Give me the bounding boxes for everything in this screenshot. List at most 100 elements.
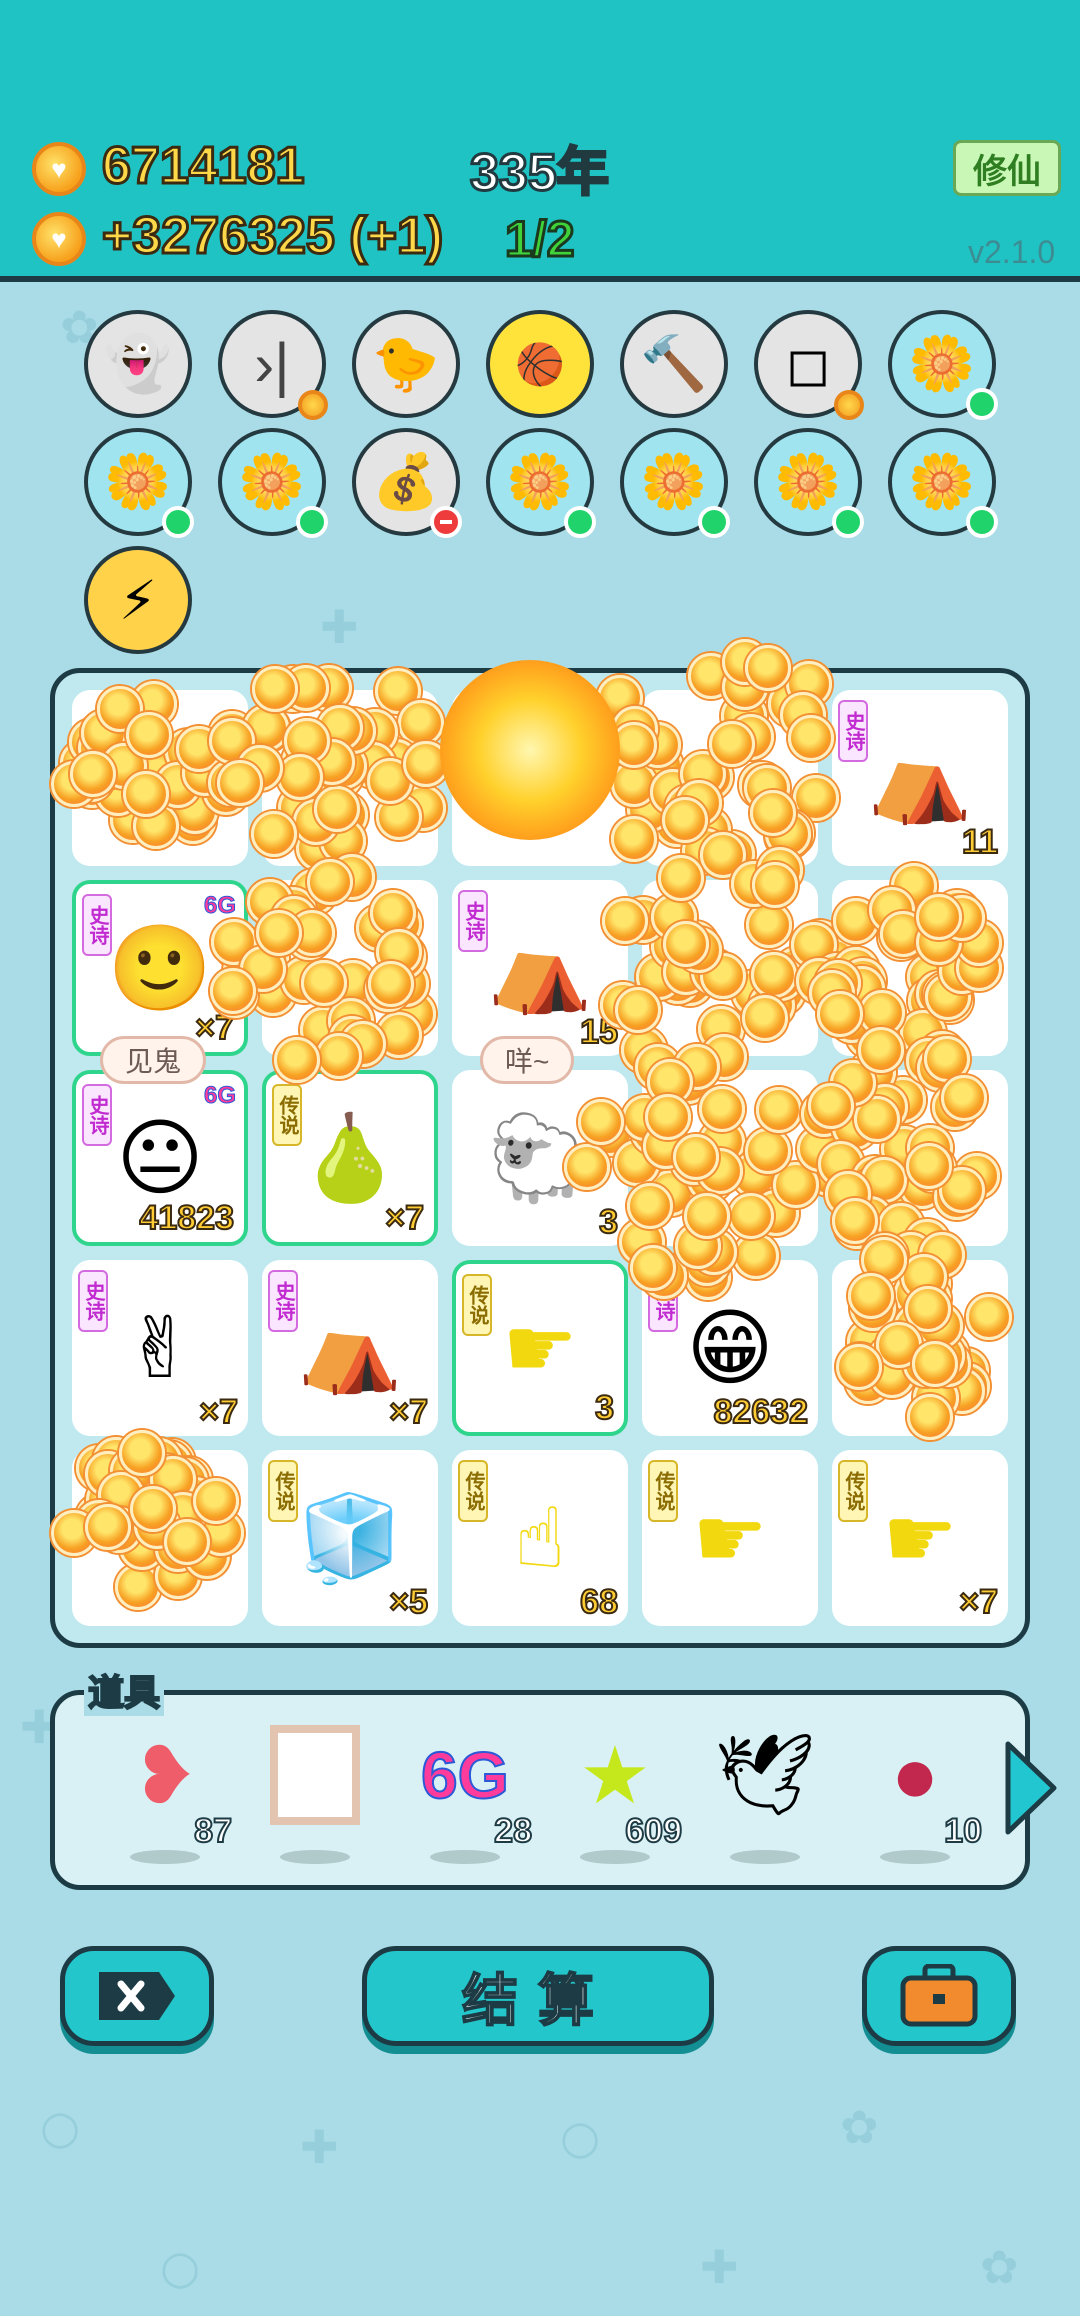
board-cell[interactable]: 传说 🍐 ×7 [262,1070,438,1246]
board-cell[interactable]: 史诗 6G 🙂 ×7 [72,880,248,1056]
background-pattern: ✚ [320,600,359,654]
coin-particle [732,1233,779,1279]
item-shadow [130,1850,200,1864]
next-arrow-icon[interactable] [1000,1738,1060,1838]
coin-particle [911,1340,958,1387]
board-cell[interactable]: 史诗 ✌ ×7 [72,1260,248,1436]
active-dot [564,506,596,538]
background-pattern: ✚ [700,2240,739,2294]
coin-particle [709,720,756,767]
coin-badge [834,390,864,420]
board-cell[interactable]: 传说 🧊 ×5 [262,1450,438,1626]
coin-particle [857,1027,904,1073]
background-pattern: ✚ [300,2120,339,2174]
coin-particle [940,1075,987,1122]
tool-item[interactable] [260,1720,370,1870]
coin-particle [662,797,709,844]
cell-count: 68 [579,1582,619,1622]
coin-particle [755,1086,802,1133]
cell-count: 82632 [712,1392,809,1432]
inventory-button[interactable] [862,1946,1016,2046]
active-dot [832,506,864,538]
coin-particle [252,666,299,713]
coin-particle [745,1128,792,1174]
coin-particle [316,1032,363,1079]
coin-particle [274,1036,321,1083]
briefcase-icon [900,1964,978,2027]
item-shadow [880,1850,950,1864]
board-cell[interactable]: 传说 ☛ [642,1450,818,1626]
active-dot [966,506,998,538]
flower-pot-icon[interactable]: 🌼 [486,428,596,538]
disabled-dot [430,506,462,538]
coin-particle [216,760,263,807]
bird-icon: 🕊 [714,1730,816,1819]
active-dot [966,388,998,420]
coins-total: 6714181 [100,136,305,197]
years-counter: 335年 [469,143,611,204]
tool-item[interactable]: 6G 28 [410,1720,533,1870]
basketballs-icon[interactable]: 🏀 [486,310,594,418]
cell-count: ×5 [388,1582,429,1622]
cell-count: ×7 [958,1582,999,1622]
board-cell[interactable]: 传说 ☝ 68 [452,1450,628,1626]
flower-pot-icon[interactable]: 🌼 [218,428,328,538]
money-bag-icon[interactable]: 💰 [352,428,462,538]
tool-item[interactable]: ❥ 87 [110,1720,233,1870]
coin-particle [314,785,361,832]
board-cell[interactable]: 传说 ☛ ×7 [832,1450,1008,1626]
discard-button[interactable] [60,1946,214,2046]
tool-item[interactable]: ★ 609 [560,1720,683,1870]
coin-particle [915,894,962,941]
coin-particle [817,990,864,1037]
flower-pot-icon[interactable]: 🌼 [888,310,998,420]
yellow-hand-icon: ☛ [692,1491,768,1585]
board-cell[interactable]: 史诗 ⛺ 15 [452,880,628,1056]
cell-count: ×7 [384,1198,425,1238]
coin-particle [119,1429,166,1476]
flower-pot-icon[interactable]: 🌼 [620,428,730,538]
item-shadow [430,1850,500,1864]
board-cell[interactable]: 传说 ☛ 3 [452,1260,628,1436]
frame-icon [260,1720,370,1830]
coin-particle [277,753,324,800]
settle-button[interactable]: 结算 [362,1946,714,2046]
active-dot [162,506,194,538]
item-shadow [580,1850,650,1864]
flower-pot-icon[interactable]: 🌼 [754,428,864,538]
coin-particle [70,751,117,798]
board-cell[interactable]: 史诗 ⛺ ×7 [262,1260,438,1436]
cultivate-button[interactable]: 修仙 [953,140,1061,196]
coin-particle [807,1083,854,1130]
cell-count: 11 [961,822,999,862]
board-cell[interactable]: 史诗 6G 😐 41823 [72,1070,248,1246]
version-label: v2.1.0 [968,234,1056,270]
chick-icon[interactable]: 🐤 [352,310,460,418]
coin-particle [577,1098,624,1145]
sugar-cubes-icon[interactable]: ◻ [754,310,864,420]
cell-count: 3 [594,1388,615,1428]
coin-particle [847,1272,894,1319]
coin-particle [209,967,256,1014]
delete-icon [99,1972,175,2020]
background-pattern: ○ [560,2110,601,2164]
lightning-icon[interactable]: ⚡ [84,546,192,654]
active-dot [296,506,328,538]
skip-icon[interactable]: ›| [218,310,328,420]
coin-particle [662,921,709,968]
item-count: 28 [493,1811,533,1851]
board-cell[interactable]: 史诗 ⛺ 11 [832,690,1008,866]
coin-particle [629,1244,676,1291]
ghost-icon[interactable]: 👻 [84,310,192,418]
flower-pot-icon[interactable]: 🌼 [84,428,194,538]
flower-pot-icon[interactable]: 🌼 [888,428,998,538]
hammer-icon[interactable]: 🔨 [620,310,728,418]
active-dot [698,506,730,538]
coin-particle [114,1563,161,1610]
tool-item[interactable]: 🕊 [710,1720,820,1870]
background-pattern: ○ [40,2100,81,2154]
coin-particle [125,711,172,758]
tool-item[interactable]: ● 10 [860,1720,983,1870]
item-count: 87 [193,1811,233,1851]
coins-rate: +3276325 (+1) [100,206,444,267]
